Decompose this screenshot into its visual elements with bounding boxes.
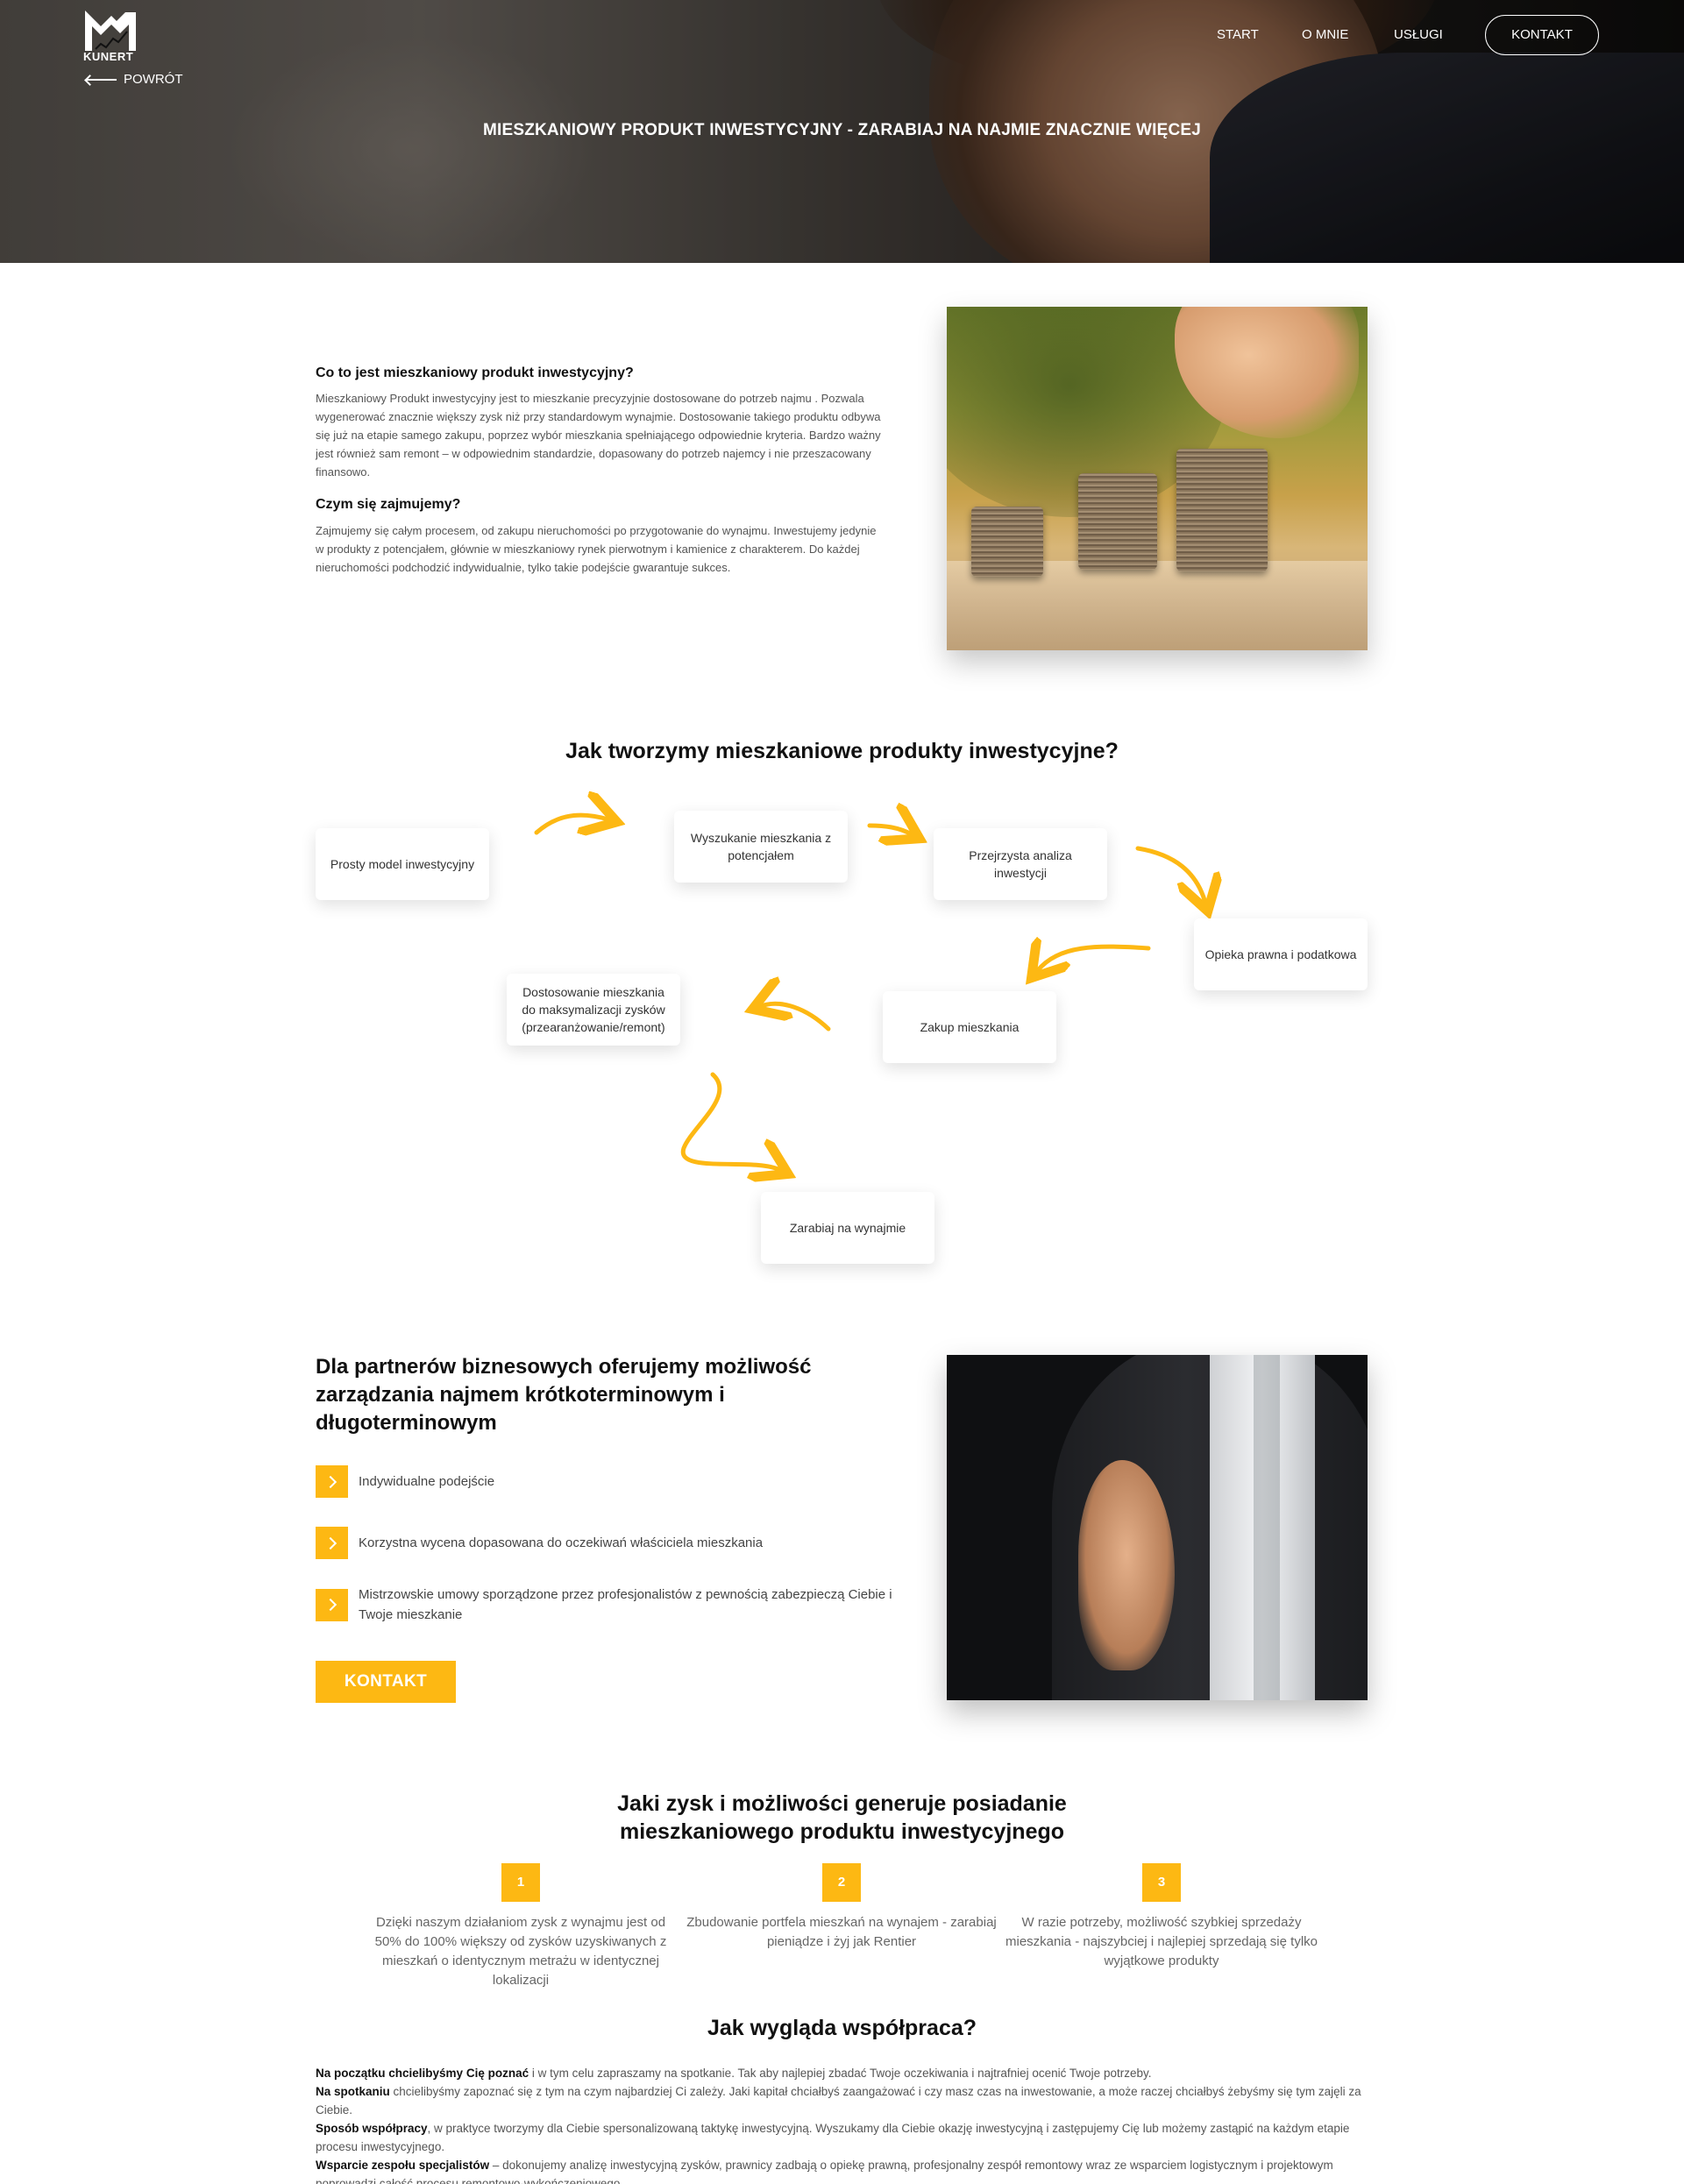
- nav-item-uslugi[interactable]: USŁUGI: [1394, 15, 1443, 55]
- process-step-7: Zarabiaj na wynajmie: [761, 1192, 934, 1264]
- coin-stack: [971, 507, 1043, 577]
- coop-paragraph-lead: Na spotkaniu: [316, 2085, 390, 2098]
- process-step-3: Przejrzysta analiza inwestycji: [934, 828, 1107, 900]
- gain-text: W razie potrzeby, możliwość szybkiej spr…: [1005, 1915, 1318, 1968]
- contact-button[interactable]: KONTAKT: [316, 1661, 456, 1703]
- coop-paragraph-lead: Sposób współpracy: [316, 2122, 428, 2135]
- chevron-right-icon: [316, 1527, 348, 1559]
- coins-photo: [947, 307, 1368, 650]
- handshake-photo: [947, 1355, 1368, 1700]
- intro-answer-2: Zajmujemy się całym procesem, od zakupu …: [316, 524, 877, 574]
- coop-paragraph-text: i w tym celu zapraszamy na spotkanie. Ta…: [529, 2067, 1152, 2080]
- coop-description: Na początku chcielibyśmy Cię poznać i w …: [316, 2064, 1368, 2184]
- handshake-photo-shadow: [1254, 1355, 1280, 1700]
- coop-paragraph: Wsparcie zespołu specjalistów – dokonuje…: [316, 2156, 1368, 2184]
- process-step-1: Prosty model inwestycyjny: [316, 828, 489, 900]
- chevron-right-icon: [316, 1588, 348, 1621]
- partners-bullet: Mistrzowskie umowy sporządzone przez pro…: [316, 1585, 920, 1625]
- process-step-2: Wyszukanie mieszkania z potencjałem: [674, 811, 848, 883]
- coop-paragraph-lead: Wsparcie zespołu specjalistów: [316, 2159, 490, 2172]
- coop-paragraph: Sposób współpracy, w praktyce tworzymy d…: [316, 2119, 1368, 2156]
- partners-bullet-text: Korzystna wycena dopasowana do oczekiwań…: [359, 1535, 764, 1550]
- gain-text: Dzięki naszym działaniom zysk z wynajmu …: [374, 1915, 667, 1988]
- process-step-5: Zakup mieszkania: [883, 991, 1056, 1063]
- back-link-label: POWRÓT: [124, 72, 183, 87]
- gain-number-badge: 3: [1142, 1863, 1181, 1902]
- process-step-4: Opieka prawna i podatkowa: [1194, 918, 1368, 990]
- nav-item-start[interactable]: START: [1217, 15, 1259, 55]
- partners-bullet: Korzystna wycena dopasowana do oczekiwań…: [316, 1527, 920, 1559]
- coin-stack: [1078, 473, 1157, 570]
- process-title: Jak tworzymy mieszkaniowe produkty inwes…: [565, 739, 1119, 763]
- coin-stack: [1176, 449, 1268, 571]
- coop-paragraph-lead: Na początku chcielibyśmy Cię poznać: [316, 2067, 529, 2080]
- partners-bullet-text: Mistrzowskie umowy sporządzone przez pro…: [359, 1587, 892, 1622]
- intro-question-1: Co to jest mieszkaniowy produkt inwestyc…: [316, 365, 634, 380]
- back-link[interactable]: POWRÓT: [85, 72, 183, 87]
- partners-bullet: Indywidualne podejście: [316, 1465, 920, 1498]
- intro-question-2: Czym się zajmujemy?: [316, 497, 461, 512]
- page-title: MIESZKANIOWY PRODUKT INWESTYCYJNY - ZARA…: [482, 121, 1202, 139]
- coop-paragraph: Na początku chcielibyśmy Cię poznać i w …: [316, 2064, 1368, 2082]
- coop-paragraph-text: chcielibyśmy zapoznać się z tym na czym …: [316, 2085, 1361, 2117]
- nav-item-o-mnie[interactable]: O MNIE: [1302, 15, 1348, 55]
- intro-answer-1: Mieszkaniowy Produkt inwestycyjny jest t…: [316, 392, 881, 479]
- gain-text: Zbudowanie portfela mieszkań na wynajem …: [686, 1915, 997, 1949]
- coop-paragraph-text: , w praktyce tworzymy dla Ciebie sperson…: [316, 2122, 1350, 2153]
- gain-number-badge: 1: [501, 1863, 540, 1902]
- partners-title: Dla partnerów biznesowych oferujemy możl…: [316, 1355, 812, 1435]
- process-step-6: Dostosowanie mieszkania do maksymalizacj…: [507, 974, 680, 1046]
- chevron-right-icon: [316, 1465, 348, 1498]
- gain-number-badge: 2: [822, 1863, 861, 1902]
- logo-text: KUNERT: [83, 50, 134, 63]
- coop-title: Jak wygląda współpraca?: [707, 2016, 977, 2040]
- gain-title-line-1: Jaki zysk i możliwości generuje posiadan…: [617, 1791, 1067, 1816]
- hero-banner: KUNERT POWRÓT START O MNIE USŁUGI KONTAK…: [0, 0, 1684, 263]
- gain-title-line-2: mieszkaniowego produktu inwestycyjnego: [619, 1819, 1065, 1844]
- arrow-left-icon: [85, 75, 117, 84]
- gain-title: Jaki zysk i możliwości generuje posiadan…: [0, 1790, 1684, 1846]
- coop-paragraph: Na spotkaniu chcielibyśmy zapoznać się z…: [316, 2082, 1368, 2119]
- partners-bullet-text: Indywidualne podejście: [359, 1474, 495, 1489]
- nav-contact-button[interactable]: KONTAKT: [1485, 15, 1599, 55]
- process-arrows: [534, 0, 1684, 2184]
